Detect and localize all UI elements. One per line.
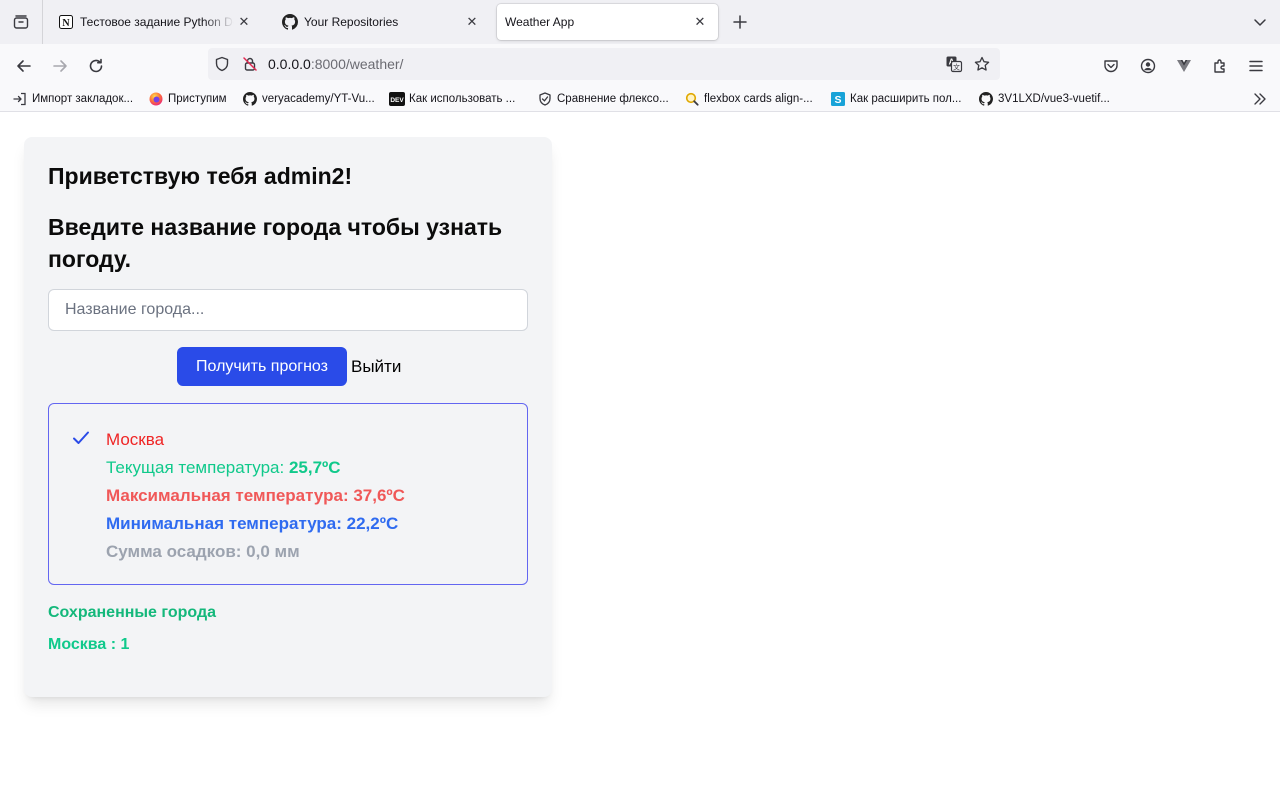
tab-overview-icon <box>13 15 29 29</box>
bookmarks-overflow-button[interactable] <box>1250 89 1270 109</box>
pocket-button[interactable] <box>1097 52 1125 80</box>
bookmark-vue3-vuetify[interactable]: 3V1LXD/vue3-vuetif... <box>978 90 1110 108</box>
translate-icon[interactable]: A文 <box>940 50 968 78</box>
github-icon <box>242 91 258 107</box>
tab-test-task[interactable]: N Тестовое задание Python Deve ✕ <box>50 4 262 40</box>
vue-icon <box>1177 60 1191 72</box>
close-icon[interactable]: ✕ <box>462 12 482 32</box>
city-prompt-heading: Введите название города чтобы узнать пог… <box>48 214 503 272</box>
url-path: :8000/weather/ <box>310 56 404 72</box>
list-all-tabs-button[interactable] <box>1248 10 1272 34</box>
bookmark-label: 3V1LXD/vue3-vuetif... <box>998 93 1110 105</box>
pocket-icon <box>1104 60 1118 73</box>
shield-icon[interactable] <box>208 50 236 78</box>
chevron-down-icon <box>1254 19 1266 26</box>
bookmark-flexbox-cards[interactable]: flexbox cards align-... <box>684 90 813 108</box>
plus-icon <box>733 15 747 29</box>
svg-text:S: S <box>834 94 841 106</box>
star-icon[interactable] <box>968 50 996 78</box>
puzzle-icon <box>1214 59 1225 73</box>
tab-title: Your Repositories <box>304 15 399 29</box>
account-icon <box>1140 58 1156 74</box>
tab-weather-app[interactable]: Weather App ✕ <box>497 4 718 40</box>
forward-button[interactable] <box>46 52 74 80</box>
check-icon <box>73 431 89 444</box>
shield-icon <box>537 91 553 107</box>
bookmark-label: Приступим <box>168 93 227 105</box>
vue-devtools-button[interactable] <box>1170 52 1198 80</box>
bookmark-label: Импорт закладок... <box>32 93 134 105</box>
bookmark-label: Как использовать ... <box>409 93 516 105</box>
arrow-left-icon <box>17 60 31 72</box>
firefox-icon <box>148 91 164 107</box>
close-icon[interactable]: ✕ <box>690 12 710 32</box>
svg-text:DEV: DEV <box>390 97 404 104</box>
url-text[interactable]: 0.0.0.0:8000/weather/ <box>268 56 403 72</box>
bookmark-label: Как расширить пол... <box>850 93 962 105</box>
weather-card: Приветствую тебя admin2! Введите названи… <box>24 137 552 697</box>
app-menu-button[interactable] <box>1242 52 1270 80</box>
chevron-double-right-icon <box>1254 93 1266 105</box>
navigation-toolbar: 0.0.0.0:8000/weather/ A文 <box>0 44 1280 86</box>
current-temperature-label: Текущая температура: <box>106 458 289 477</box>
extensions-button[interactable] <box>1206 52 1234 80</box>
close-icon[interactable]: ✕ <box>234 12 254 32</box>
get-forecast-button[interactable]: Получить прогноз <box>177 347 347 386</box>
weather-result-panel: Москва Текущая температура: 25,7ºC Макси… <box>48 403 528 585</box>
bookmark-flexbox-compare[interactable]: Сравнение флексо... <box>537 90 669 108</box>
reload-button[interactable] <box>82 52 110 80</box>
current-temperature-value: 25,7ºC <box>288 458 341 477</box>
min-temperature: Минимальная температура: 22,2ºC <box>106 514 399 533</box>
github-icon <box>282 14 298 30</box>
back-button[interactable] <box>10 52 38 80</box>
result-city: Москва <box>106 430 165 449</box>
bookmark-veryacademy[interactable]: veryacademy/YT-Vu... <box>242 90 375 108</box>
dev-icon: DEV <box>389 91 405 107</box>
greeting-heading: Приветствую тебя admin2! <box>48 163 353 189</box>
precipitation-sum: Сумма осадков: 0,0 мм <box>106 542 300 561</box>
current-temperature: Текущая температура: 25,7ºC <box>106 458 341 478</box>
insecure-lock-icon[interactable] <box>236 50 264 78</box>
bookmark-import[interactable]: Импорт закладок... <box>12 90 133 108</box>
saved-city-item: Москва : 1 <box>48 636 130 653</box>
reload-icon <box>89 58 103 73</box>
city-input[interactable] <box>48 289 528 331</box>
arrow-right-icon <box>53 60 67 72</box>
logout-link[interactable]: Выйти <box>351 357 401 377</box>
tab-strip: N Тестовое задание Python Deve ✕ Your Re… <box>0 0 1280 44</box>
url-host: 0.0.0.0 <box>268 56 311 72</box>
tab-title: Weather App <box>505 15 575 29</box>
bookmark-how-to-use[interactable]: DEV Как использовать ... <box>389 90 515 108</box>
hamburger-menu-icon <box>1249 60 1263 72</box>
max-temperature: Максимальная температура: 37,6ºC <box>106 486 405 505</box>
bookmark-how-to-extend[interactable]: S Как расширить пол... <box>830 90 961 108</box>
bookmark-label: veryacademy/YT-Vu... <box>262 93 375 105</box>
svg-text:文: 文 <box>953 63 960 72</box>
bookmark-get-started[interactable]: Приступим <box>148 90 227 108</box>
address-bar[interactable]: 0.0.0.0:8000/weather/ A文 <box>208 48 1000 80</box>
account-button[interactable] <box>1134 52 1162 80</box>
tab-repositories[interactable]: Your Repositories ✕ <box>274 4 490 40</box>
bookmarks-toolbar: Импорт закладок... Приступим veryacademy… <box>0 86 1280 112</box>
tab-title: Тестовое задание Python Deve <box>80 15 234 29</box>
tab-overview-button[interactable] <box>0 0 43 44</box>
import-icon <box>12 91 28 107</box>
svg-text:N: N <box>62 18 70 29</box>
new-tab-button[interactable] <box>728 10 752 34</box>
s-icon: S <box>830 91 846 107</box>
bookmark-label: flexbox cards align-... <box>704 93 813 105</box>
search-icon <box>684 91 700 107</box>
notion-icon: N <box>58 14 74 30</box>
github-icon <box>978 91 994 107</box>
bookmark-label: Сравнение флексо... <box>557 93 669 105</box>
saved-cities-heading: Сохраненные города <box>48 604 217 621</box>
